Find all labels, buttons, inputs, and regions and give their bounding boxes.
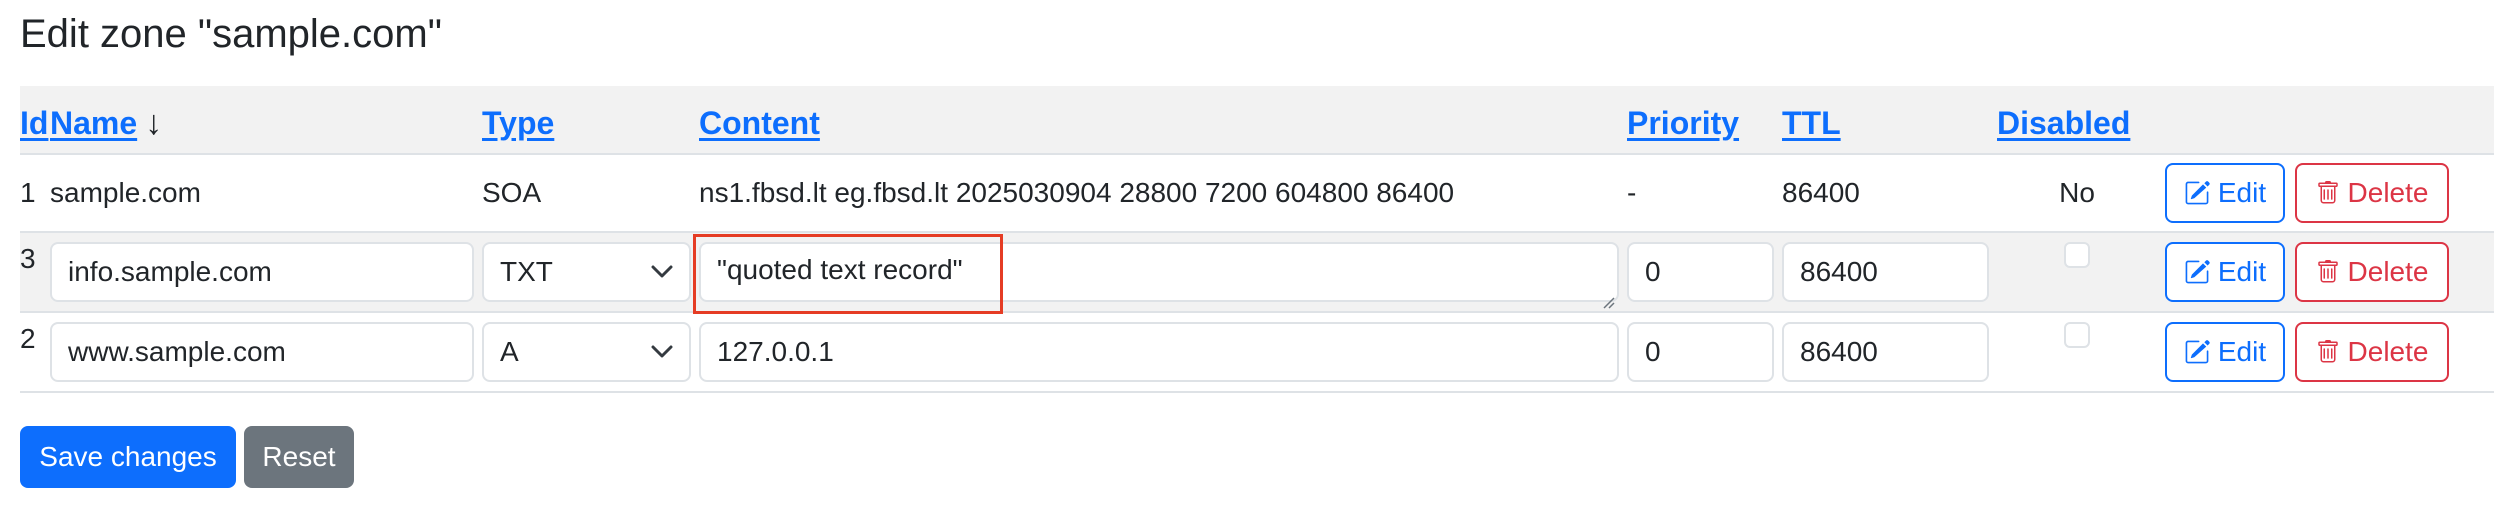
record-priority-input[interactable] [1627, 242, 1774, 302]
reset-button[interactable]: Reset [244, 426, 354, 488]
table-row: 1 sample.com SOA ns1.fbsd.lt eg.fbsd.lt … [20, 154, 2494, 232]
record-type-cell: TXT [482, 232, 699, 312]
column-header-priority[interactable]: Priority [1627, 86, 1782, 155]
delete-button[interactable]: Delete [2295, 242, 2449, 302]
record-type-cell: A [482, 312, 699, 392]
delete-button-label: Delete [2347, 177, 2429, 208]
record-name-cell [50, 312, 482, 392]
table-row: 2 A [20, 312, 2494, 392]
record-type-value: TXT [500, 256, 553, 287]
delete-button-label: Delete [2347, 336, 2429, 367]
disabled-checkbox[interactable] [2064, 322, 2090, 348]
record-ttl-cell [1782, 312, 1997, 392]
record-priority-cell [1627, 312, 1782, 392]
column-header-ttl[interactable]: TTL [1782, 86, 1997, 155]
record-priority-input[interactable] [1627, 322, 1774, 382]
record-ttl-input[interactable] [1782, 322, 1989, 382]
pencil-square-icon [2184, 259, 2210, 285]
record-type-select[interactable]: TXT [482, 242, 691, 302]
record-priority-cell [1627, 232, 1782, 312]
record-ttl-cell [1782, 232, 1997, 312]
record-type-select[interactable]: A [482, 322, 691, 382]
record-name-input[interactable] [50, 242, 474, 302]
record-ttl-input[interactable] [1782, 242, 1989, 302]
record-id: 3 [20, 243, 36, 274]
record-type: SOA [482, 177, 542, 208]
record-id: 2 [20, 323, 36, 354]
column-header-actions [2165, 86, 2494, 155]
sort-descending-arrow-icon: ↓ [145, 104, 163, 142]
record-ttl: 86400 [1782, 177, 1860, 208]
record-actions: Edit Delete [2165, 312, 2494, 392]
record-priority: - [1627, 177, 1637, 208]
edit-button-label: Edit [2217, 256, 2267, 287]
resize-grip-icon[interactable] [1601, 284, 1615, 309]
record-type-value: A [500, 336, 519, 367]
edit-button[interactable]: Edit [2165, 163, 2285, 223]
sort-content-link[interactable]: Content [699, 105, 820, 141]
table-row: 3 TXT "quoted text record" [20, 232, 2494, 314]
record-id: 1 [20, 177, 36, 208]
sort-name-link[interactable]: Name [50, 105, 137, 141]
column-header-id[interactable]: Id [20, 86, 50, 155]
disabled-checkbox[interactable] [2064, 242, 2090, 268]
record-content-textarea[interactable]: "quoted text record" [699, 242, 1619, 302]
column-header-disabled[interactable]: Disabled [1997, 86, 2165, 155]
pencil-square-icon [2184, 339, 2210, 365]
record-actions: Edit Delete [2165, 154, 2494, 232]
record-name-input[interactable] [50, 322, 474, 382]
sort-ttl-link[interactable]: TTL [1782, 105, 1841, 141]
edit-button[interactable]: Edit [2165, 242, 2285, 302]
column-header-type[interactable]: Type [482, 86, 699, 155]
pencil-square-icon [2184, 180, 2210, 206]
delete-button[interactable]: Delete [2295, 163, 2449, 223]
sort-type-link[interactable]: Type [482, 105, 554, 141]
column-header-content[interactable]: Content [699, 86, 1627, 155]
edit-button-label: Edit [2217, 336, 2267, 367]
record-disabled: No [2059, 177, 2095, 208]
record-disabled-cell [1997, 232, 2165, 312]
trash-icon [2316, 180, 2340, 206]
sort-disabled-link[interactable]: Disabled [1997, 105, 2130, 141]
edit-button-label: Edit [2217, 177, 2267, 208]
chevron-down-icon [651, 345, 673, 359]
page-title: Edit zone "sample.com" [20, 12, 442, 56]
records-table: Id Name ↓ Type Content Priority TTL Disab… [20, 86, 2494, 393]
record-content-cell [699, 312, 1627, 392]
edit-button[interactable]: Edit [2165, 322, 2285, 382]
record-actions: Edit Delete [2165, 232, 2494, 312]
record-content-input[interactable] [699, 322, 1619, 382]
record-name-cell [50, 232, 482, 312]
column-header-name[interactable]: Name ↓ [50, 86, 482, 155]
record-disabled-cell [1997, 312, 2165, 392]
table-header-row: Id Name ↓ Type Content Priority TTL Disab… [20, 86, 2494, 155]
delete-button-label: Delete [2347, 256, 2429, 287]
save-changes-button[interactable]: Save changes [20, 426, 236, 488]
record-name: sample.com [50, 177, 201, 208]
sort-priority-link[interactable]: Priority [1627, 105, 1739, 141]
trash-icon [2316, 339, 2340, 365]
chevron-down-icon [651, 265, 673, 279]
delete-button[interactable]: Delete [2295, 322, 2449, 382]
sort-id-link[interactable]: Id [20, 105, 48, 141]
record-content: ns1.fbsd.lt eg.fbsd.lt 2025030904 28800 … [699, 177, 1455, 208]
trash-icon [2316, 259, 2340, 285]
record-content-cell: "quoted text record" [693, 232, 1627, 314]
